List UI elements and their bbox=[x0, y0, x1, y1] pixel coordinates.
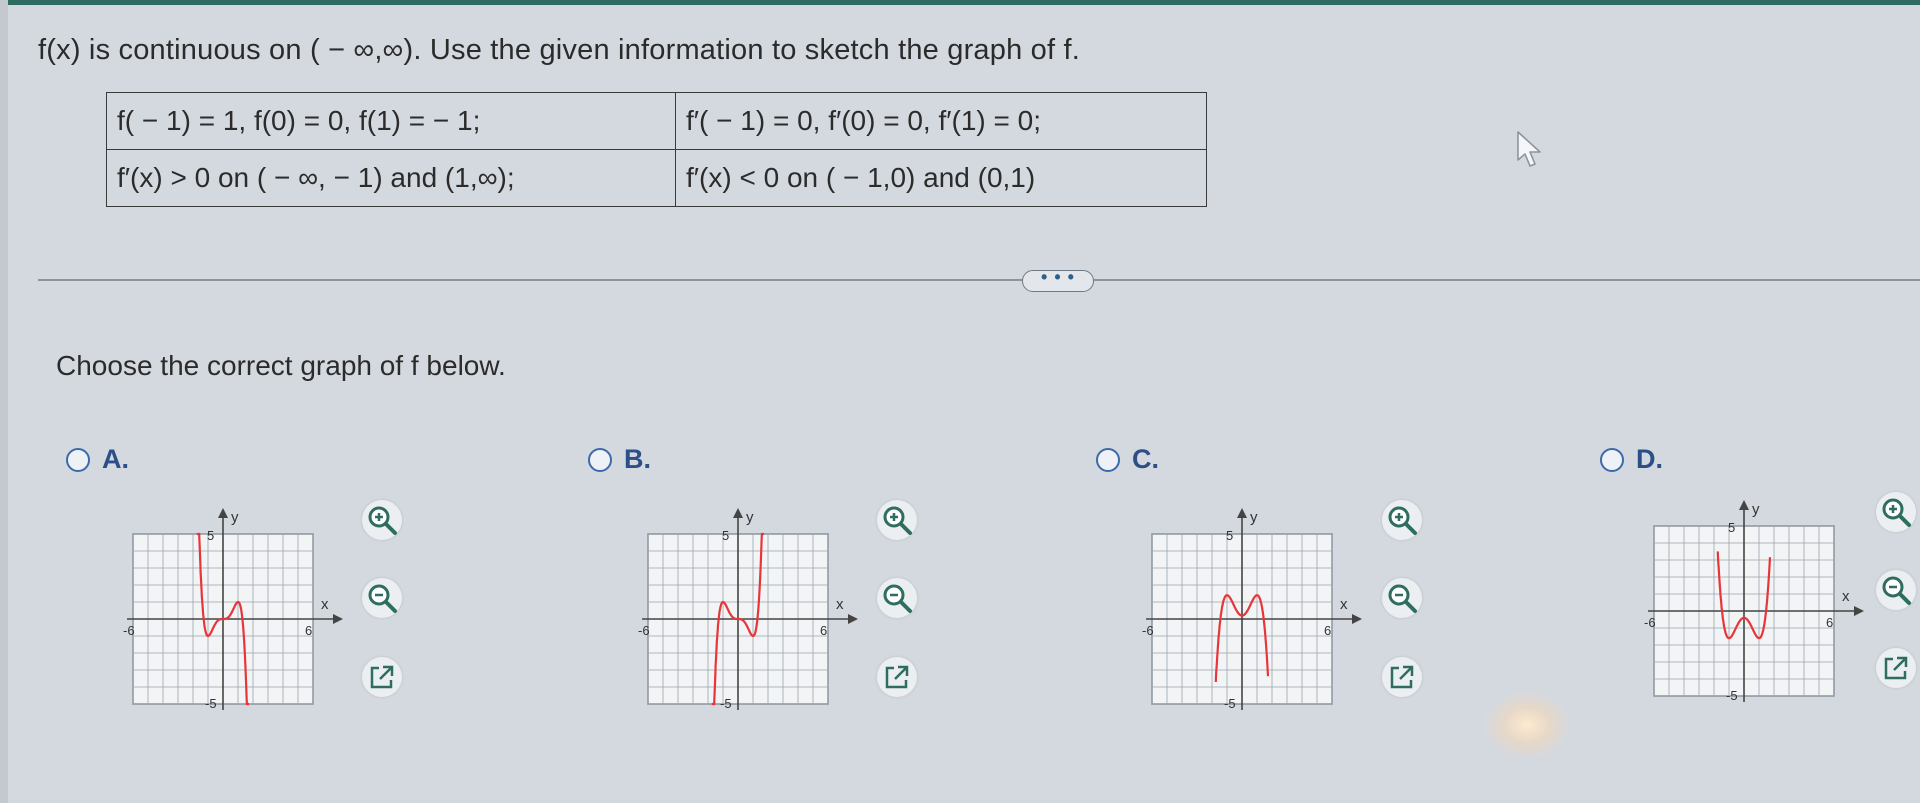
x-axis-label: x bbox=[1842, 588, 1850, 605]
option-c-graph[interactable]: y x -6 6 5 -5 bbox=[1134, 496, 1379, 711]
zoom-out-icon bbox=[1882, 576, 1911, 605]
x-min-tick-label: -6 bbox=[1142, 623, 1154, 638]
y-axis-arrow-icon bbox=[218, 508, 228, 518]
y-max-tick-label: 5 bbox=[722, 528, 729, 543]
y-max-tick-label: 5 bbox=[1226, 528, 1233, 543]
option-a-label[interactable]: A. bbox=[66, 444, 129, 475]
open-new-window-button[interactable] bbox=[877, 657, 917, 697]
zoom-out-icon bbox=[368, 584, 397, 613]
option-b-graph[interactable]: y x -6 6 5 -5 bbox=[630, 496, 875, 711]
option-a-radio[interactable] bbox=[66, 447, 90, 472]
zoom-out-button[interactable] bbox=[877, 578, 917, 618]
option-d-graph[interactable]: y x -6 6 5 -5 bbox=[1636, 488, 1881, 703]
x-max-tick-label: 6 bbox=[1324, 623, 1331, 638]
zoom-out-icon bbox=[883, 584, 912, 613]
zoom-out-button[interactable] bbox=[362, 578, 402, 618]
zoom-out-button[interactable] bbox=[1382, 578, 1422, 618]
mouse-cursor-icon bbox=[1517, 131, 1541, 167]
open-new-window-icon bbox=[885, 665, 909, 689]
x-max-tick-label: 6 bbox=[820, 623, 827, 638]
given-info-table: f( − 1) = 1, f(0) = 0, f(1) = − 1; f′( −… bbox=[106, 92, 1207, 207]
zoom-out-icon bbox=[1388, 584, 1417, 613]
table-cell: f′( − 1) = 0, f′(0) = 0, f′(1) = 0; bbox=[675, 92, 1207, 150]
y-min-tick-label: -5 bbox=[1726, 688, 1738, 703]
option-d-label[interactable]: D. bbox=[1600, 444, 1663, 475]
table-cell: f′(x) < 0 on ( − 1,0) and (0,1) bbox=[675, 149, 1207, 207]
y-max-tick-label: 5 bbox=[207, 528, 214, 543]
screen-glare bbox=[1482, 690, 1572, 760]
x-max-tick-label: 6 bbox=[1826, 615, 1833, 630]
y-axis-arrow-icon bbox=[1237, 508, 1247, 518]
table-cell: f( − 1) = 1, f(0) = 0, f(1) = − 1; bbox=[106, 92, 676, 150]
x-axis-arrow-icon bbox=[333, 614, 343, 624]
y-axis-label: y bbox=[746, 509, 754, 526]
open-new-window-icon bbox=[370, 665, 394, 689]
option-c-letter: C. bbox=[1132, 444, 1159, 474]
x-min-tick-label: -6 bbox=[1644, 615, 1656, 630]
y-min-tick-label: -5 bbox=[720, 696, 732, 711]
x-min-tick-label: -6 bbox=[638, 623, 650, 638]
open-new-window-icon bbox=[1390, 665, 1414, 689]
y-axis-label: y bbox=[1752, 501, 1760, 518]
zoom-in-button[interactable] bbox=[362, 500, 402, 540]
option-b-letter: B. bbox=[624, 444, 651, 474]
table-cell: f′(x) > 0 on ( − ∞, − 1) and (1,∞); bbox=[106, 149, 676, 207]
y-axis-label: y bbox=[1250, 509, 1258, 526]
x-axis-label: x bbox=[321, 596, 329, 613]
zoom-in-icon bbox=[883, 506, 912, 535]
y-axis-arrow-icon bbox=[1739, 500, 1749, 510]
option-d-letter: D. bbox=[1636, 444, 1663, 474]
x-axis-label: x bbox=[836, 596, 844, 613]
table-row: f( − 1) = 1, f(0) = 0, f(1) = − 1; f′( −… bbox=[106, 92, 1207, 150]
problem-statement: f(x) is continuous on ( − ∞,∞). Use the … bbox=[38, 34, 1081, 66]
y-axis-arrow-icon bbox=[733, 508, 743, 518]
x-axis-arrow-icon bbox=[848, 614, 858, 624]
y-axis-label: y bbox=[231, 509, 239, 526]
open-new-window-button[interactable] bbox=[1876, 648, 1916, 688]
x-axis-label: x bbox=[1340, 596, 1348, 613]
x-axis-arrow-icon bbox=[1854, 606, 1864, 616]
open-new-window-icon bbox=[1884, 656, 1908, 680]
more-button[interactable]: • • • bbox=[1022, 268, 1094, 292]
option-a-letter: A. bbox=[102, 444, 129, 474]
y-max-tick-label: 5 bbox=[1728, 520, 1735, 535]
y-min-tick-label: -5 bbox=[205, 696, 217, 711]
table-row: f′(x) > 0 on ( − ∞, − 1) and (1,∞); f′(x… bbox=[106, 149, 1207, 207]
zoom-in-icon bbox=[1882, 498, 1911, 527]
option-b-label[interactable]: B. bbox=[588, 444, 651, 475]
option-c-label[interactable]: C. bbox=[1096, 444, 1159, 475]
top-accent-bar bbox=[0, 0, 1920, 5]
option-d-radio[interactable] bbox=[1600, 447, 1624, 472]
zoom-in-button[interactable] bbox=[877, 500, 917, 540]
zoom-in-button[interactable] bbox=[1876, 492, 1916, 532]
zoom-in-button[interactable] bbox=[1382, 500, 1422, 540]
open-new-window-button[interactable] bbox=[362, 657, 402, 697]
option-c-radio[interactable] bbox=[1096, 447, 1120, 472]
x-min-tick-label: -6 bbox=[123, 623, 135, 638]
zoom-out-button[interactable] bbox=[1876, 570, 1916, 610]
open-new-window-button[interactable] bbox=[1382, 657, 1422, 697]
section-divider bbox=[38, 279, 1920, 281]
left-edge bbox=[0, 0, 8, 803]
question-prompt: Choose the correct graph of f below. bbox=[56, 350, 506, 381]
x-max-tick-label: 6 bbox=[305, 623, 312, 638]
zoom-in-icon bbox=[368, 506, 397, 535]
x-axis-arrow-icon bbox=[1352, 614, 1362, 624]
option-b-radio[interactable] bbox=[588, 447, 612, 472]
y-min-tick-label: -5 bbox=[1224, 696, 1236, 711]
zoom-in-icon bbox=[1388, 506, 1417, 535]
option-a-graph[interactable]: y x -6 6 5 -5 bbox=[115, 496, 360, 711]
